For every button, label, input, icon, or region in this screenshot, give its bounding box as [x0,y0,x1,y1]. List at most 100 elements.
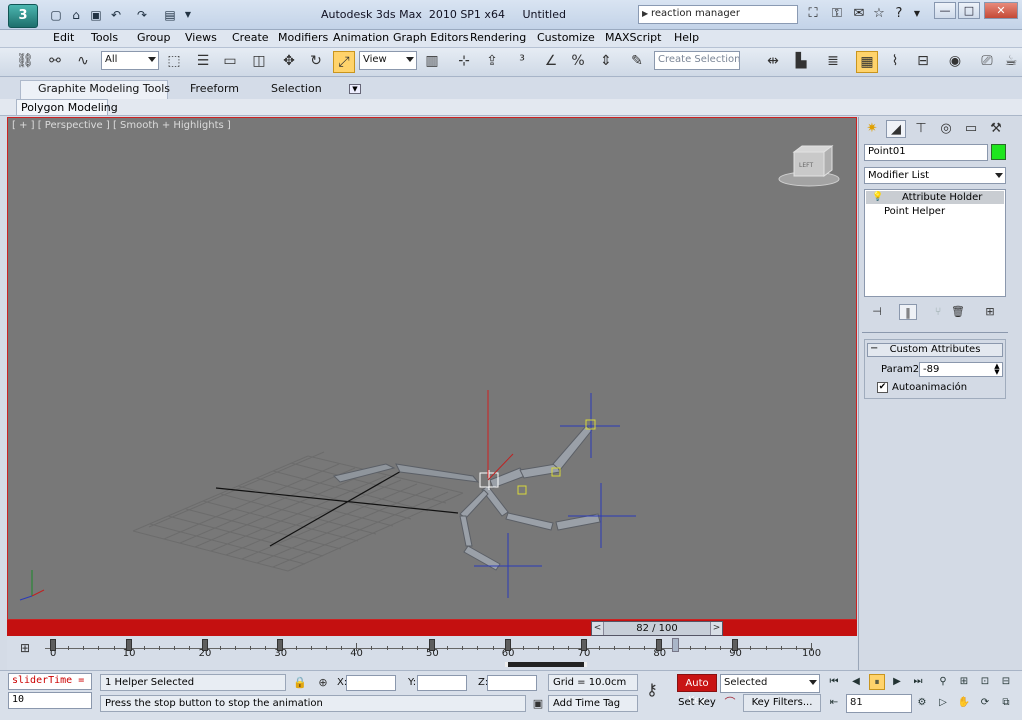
curve-editor-icon[interactable]: ⌇ [884,51,906,73]
current-frame-marker[interactable] [671,638,679,652]
menu-maxscript[interactable]: MAXScript [605,31,661,44]
select-and-link-icon[interactable]: ⛓ [14,51,36,73]
time-slider[interactable]: < 82 / 100 > [591,621,723,636]
menu-help[interactable]: Help [674,31,699,44]
previous-frame-icon[interactable]: < [592,622,604,635]
animation-key[interactable] [656,639,663,651]
menu-views[interactable]: Views [185,31,217,44]
tab-freeform[interactable]: Freeform [190,82,239,95]
modifier-list-dropdown[interactable]: Modifier List [864,167,1006,184]
rectangular-selection-icon[interactable]: ▭ [219,51,241,73]
create-tab-icon[interactable]: ✷ [862,120,882,138]
move-icon[interactable]: ✥ [278,51,300,73]
tab-graphite-modeling-tools[interactable]: Graphite Modeling Tools [38,82,170,95]
binoculars-icon[interactable]: ⛶ [804,6,822,23]
search-expand-icon[interactable]: ▶ [642,9,648,18]
lock-selection-icon[interactable]: 🔒 [292,675,308,691]
auto-key-button[interactable]: Auto Key [677,674,717,706]
rollout-header[interactable]: Custom Attributes [867,343,1003,357]
render-icon[interactable]: ☕ [1000,51,1022,73]
animation-key[interactable] [504,639,511,651]
reference-coordinate-dropdown[interactable]: View [359,51,417,70]
pin-stack-icon[interactable]: ⊣ [868,304,886,320]
modify-tab-icon[interactable]: ◢ [886,120,906,138]
named-selection-input[interactable]: Create Selection Se [654,51,740,70]
bind-space-warp-icon[interactable]: ∿ [72,51,94,73]
close-button[interactable]: ✕ [984,2,1018,19]
animation-key[interactable] [125,639,132,651]
hierarchy-tab-icon[interactable]: ⊤ [911,120,931,138]
key-icon[interactable]: ⚿ [828,6,846,23]
tab-selection[interactable]: Selection [271,82,322,95]
rotate-icon[interactable]: ↻ [305,51,327,73]
remove-modifier-icon[interactable]: 🗑 [949,304,967,320]
zoom-extents-icon[interactable]: ⊡ [977,674,993,690]
minimize-button[interactable]: — [934,2,956,19]
window-crossing-icon[interactable]: ◫ [248,51,270,73]
open-icon[interactable]: ⌂ [68,8,84,23]
render-setup-icon[interactable]: ⎚ [976,51,998,73]
y-coordinate-input[interactable] [417,675,467,691]
stack-item-attribute-holder[interactable]: Attribute Holder [866,191,1004,204]
panel-polygon-modeling[interactable]: Polygon Modeling [16,99,118,116]
key-mode-dropdown[interactable]: Selected [720,674,820,693]
next-key-icon[interactable]: ▶ [889,674,905,690]
schematic-view-icon[interactable]: ⊟ [912,51,934,73]
key-filters-button[interactable]: Key Filters... [743,694,821,712]
material-editor-icon[interactable]: ◉ [944,51,966,73]
animation-key[interactable] [580,639,587,651]
pivot-center-icon[interactable]: ▥ [421,51,443,73]
animation-key[interactable] [732,639,739,651]
menu-modifiers[interactable]: Modifiers [278,31,328,44]
set-keys-icon[interactable]: ⚷ [644,682,660,698]
perspective-viewport[interactable]: LEFT [ + ] [ Perspective ] [ Smooth + Hi… [7,117,857,620]
ribbon-menu-icon[interactable]: ▼ [349,84,361,94]
time-tag-icon[interactable]: ▣ [530,696,546,712]
spinner-snap-icon[interactable]: ⇕ [595,51,617,73]
help-dropdown-icon[interactable]: ▼ [908,6,926,23]
manipulate-icon[interactable]: ⊹ [453,51,475,73]
param2-spinner-input[interactable]: -89 [919,362,1003,377]
x-coordinate-input[interactable] [346,675,396,691]
align-icon[interactable]: ▙ [790,51,812,73]
default-tangent-icon[interactable]: ⌒ [722,695,738,711]
menu-create[interactable]: Create [232,31,269,44]
stack-item-point-helper[interactable]: Point Helper [884,206,945,217]
show-end-result-icon[interactable]: ‖ [899,304,917,320]
maximize-button[interactable]: □ [958,2,980,19]
angle-snap-icon[interactable]: ∠ [540,51,562,73]
zoom-all-icon[interactable]: ⊞ [956,674,972,690]
menu-group[interactable]: Group [137,31,171,44]
edit-named-selection-icon[interactable]: ✎ [626,51,648,73]
z-coordinate-input[interactable] [487,675,537,691]
selection-range-bar[interactable] [504,662,587,667]
menu-edit[interactable]: Edit [53,31,74,44]
configure-modifier-sets-icon[interactable]: ⊞ [981,304,999,320]
animation-key[interactable] [429,639,435,651]
autoanimacion-checkbox[interactable]: ✔ [877,382,888,393]
go-to-end-icon[interactable]: ⏭ [910,674,926,690]
mirror-icon[interactable]: ⇹ [762,51,784,73]
menu-rendering[interactable]: Rendering [470,31,526,44]
select-by-name-icon[interactable]: ☰ [192,51,214,73]
project-icon[interactable]: ▤ [162,8,178,23]
field-of-view-icon[interactable]: ▷ [935,695,951,711]
key-mode-toggle-icon[interactable]: ⇤ [826,695,842,711]
utilities-tab-icon[interactable]: ⚒ [986,120,1006,138]
scale-icon[interactable]: ⤢ [333,51,355,73]
redo-icon[interactable]: ↷ [134,8,150,23]
selection-filter-dropdown[interactable]: All [101,51,159,70]
help-icon[interactable]: ? [890,6,908,23]
object-color-swatch[interactable] [991,144,1006,160]
communication-icon[interactable]: ✉ [850,6,868,23]
infocenter-search-input[interactable]: reaction manager [638,5,798,24]
animation-key[interactable] [50,639,56,651]
favorites-icon[interactable]: ☆ [870,6,888,23]
absolute-transform-icon[interactable]: ⊕ [315,675,331,691]
layer-manager-icon[interactable]: ≣ [822,51,844,73]
maxscript-result-output[interactable]: 10 [8,692,92,709]
set-key-button[interactable]: Set Key [677,694,717,712]
quick-access-dropdown-icon[interactable]: ▼ [180,8,196,23]
object-name-field[interactable]: Point01 [864,144,988,161]
viewport-scene[interactable]: LEFT [8,118,856,619]
